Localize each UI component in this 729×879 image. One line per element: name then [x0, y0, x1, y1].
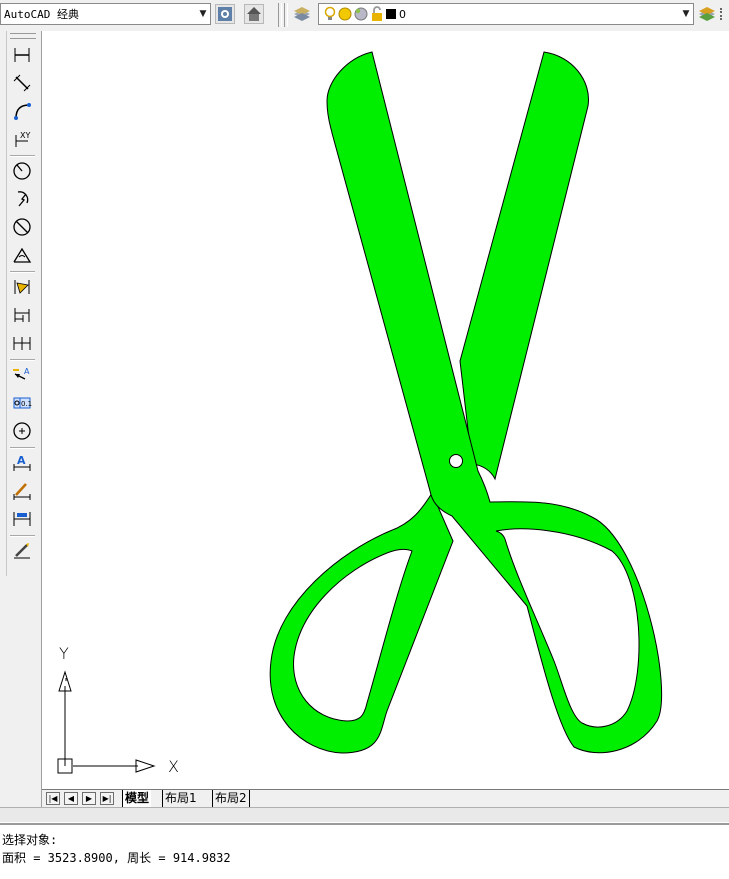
lock-icon[interactable]: [369, 6, 385, 22]
ucs-icon: [57, 670, 156, 774]
ucs-y-label: Y: [59, 644, 69, 663]
svg-text:XY: XY: [20, 131, 30, 140]
dimension-toolbar: XY A 0.1 A: [0, 31, 42, 809]
quick-leader-button[interactable]: A: [10, 363, 34, 387]
radius-dimension-icon: [13, 162, 31, 180]
tab-layout2-label: 布局2: [215, 791, 247, 805]
svg-text:A: A: [24, 367, 30, 376]
arc-length-button[interactable]: [10, 99, 34, 123]
dimension-text-edit-button[interactable]: [10, 479, 34, 503]
pivot-screw-hole: [449, 454, 463, 468]
linear-dimension-icon: [14, 48, 30, 62]
radius-dimension-button[interactable]: [10, 159, 34, 183]
tab-layout1[interactable]: 布局1: [162, 790, 199, 807]
arc-length-icon: [14, 103, 31, 120]
layer-manager-icon[interactable]: [293, 6, 311, 25]
continue-dimension-icon: [13, 337, 31, 350]
ordinate-dimension-button[interactable]: XY: [10, 127, 34, 151]
layer-previous-icon[interactable]: [698, 6, 716, 25]
chevron-down-icon[interactable]: ▼: [196, 9, 210, 19]
next-tab-button[interactable]: ▶: [82, 792, 96, 805]
top-toolbar: AutoCAD 经典 ▼ 0 ▼: [0, 0, 729, 32]
prev-tab-button[interactable]: ◀: [64, 792, 78, 805]
linear-dimension-button[interactable]: [10, 43, 34, 67]
angular-dimension-icon: [13, 247, 32, 263]
horizontal-scrollbar[interactable]: [0, 807, 729, 822]
toolbar-grip[interactable]: [10, 33, 36, 39]
gear-icon: [218, 7, 232, 21]
workspace-home-button[interactable]: [244, 4, 264, 24]
command-history-line-2: 面积 = 3523.8900, 周长 = 914.9832: [2, 851, 231, 865]
drawing-area[interactable]: Y X: [42, 31, 729, 790]
jogged-dimension-button[interactable]: [10, 187, 34, 211]
lightbulb-icon[interactable]: [323, 6, 337, 22]
ordinate-dimension-icon: XY: [15, 131, 30, 147]
left-handle-ring[interactable]: [269, 491, 454, 754]
tab-model[interactable]: 模型: [122, 790, 152, 807]
dimension-text-edit-icon: [13, 483, 31, 500]
first-tab-button[interactable]: |◀: [46, 792, 60, 805]
sun-icon[interactable]: [337, 6, 353, 22]
current-layer-name: 0: [399, 7, 406, 21]
angular-dimension-button[interactable]: [10, 243, 34, 267]
baseline-dimension-button[interactable]: [10, 303, 34, 327]
dimension-style-icon: [14, 543, 30, 559]
dimension-update-icon: [13, 512, 31, 526]
jogged-dimension-icon: [17, 191, 29, 207]
dimension-style-button[interactable]: [10, 539, 34, 563]
viewport-freeze-icon[interactable]: [353, 6, 369, 22]
layer-dropdown[interactable]: 0 ▼: [318, 3, 694, 25]
quick-leader-icon: A: [13, 367, 30, 380]
aligned-dimension-icon: [13, 74, 31, 92]
tab-layout2[interactable]: 布局2: [212, 790, 250, 807]
command-line-window[interactable]: 选择对象: 面积 = 3523.8900, 周长 = 914.9832: [0, 823, 729, 879]
dimension-edit-button[interactable]: A: [10, 451, 34, 475]
dimension-edit-icon: A: [13, 454, 31, 471]
diameter-dimension-icon: [13, 218, 31, 236]
center-mark-button[interactable]: [10, 419, 34, 443]
toolbar-grip[interactable]: [720, 8, 725, 20]
layer-color-swatch: [386, 9, 396, 19]
tab-layout1-label: 布局1: [165, 791, 197, 805]
baseline-dimension-icon: [14, 308, 30, 322]
quick-dimension-icon: [14, 280, 30, 294]
drawing-svg: Y X: [57, 51, 663, 776]
diameter-dimension-button[interactable]: [10, 215, 34, 239]
workspace-name: AutoCAD 经典: [4, 8, 79, 21]
aligned-dimension-button[interactable]: [10, 71, 34, 95]
home-icon: [247, 7, 261, 21]
tolerance-icon: 0.1: [13, 397, 32, 409]
chevron-down-icon[interactable]: ▼: [679, 9, 693, 19]
ucs-x-label: X: [168, 757, 179, 776]
command-history-line-1: 选择对象:: [2, 833, 58, 847]
quick-dimension-button[interactable]: [10, 275, 34, 299]
continue-dimension-button[interactable]: [10, 331, 34, 355]
layout-tabs-bar: |◀ ◀ ▶ ▶| 模型 布局1 布局2: [42, 789, 729, 808]
right-blade[interactable]: [459, 51, 589, 481]
last-tab-button[interactable]: ▶|: [100, 792, 114, 805]
workspace-dropdown[interactable]: AutoCAD 经典 ▼: [0, 3, 211, 25]
center-mark-icon: [13, 422, 31, 440]
svg-text:0.1: 0.1: [21, 400, 32, 408]
dimension-update-button[interactable]: [10, 507, 34, 531]
tolerance-button[interactable]: 0.1: [10, 391, 34, 415]
tab-model-label: 模型: [125, 791, 150, 805]
dock-edge: [0, 31, 7, 576]
workspace-settings-button[interactable]: [215, 4, 235, 24]
svg-text:A: A: [17, 454, 26, 467]
